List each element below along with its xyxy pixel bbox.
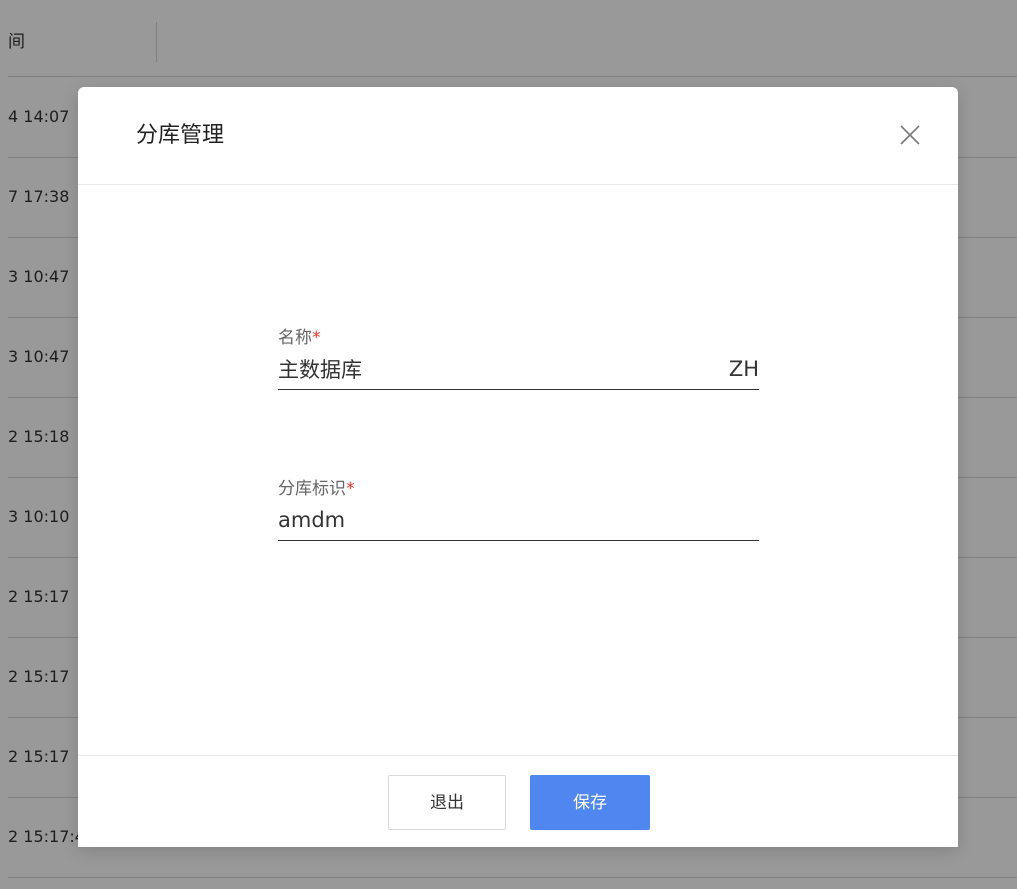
identifier-input-wrapper xyxy=(278,502,759,541)
language-toggle[interactable]: ZH xyxy=(729,351,759,387)
required-marker: * xyxy=(346,479,355,499)
save-button[interactable]: 保存 xyxy=(530,775,650,830)
name-label-text: 名称 xyxy=(278,328,312,348)
close-icon[interactable] xyxy=(898,123,922,147)
identifier-field: 分库标识* xyxy=(278,476,759,541)
identifier-input[interactable] xyxy=(278,502,698,538)
identifier-label-text: 分库标识 xyxy=(278,479,346,499)
dialog-title: 分库管理 xyxy=(136,123,225,148)
name-input-wrapper: ZH xyxy=(278,351,759,390)
identifier-field-label: 分库标识* xyxy=(278,476,759,502)
database-partition-dialog: 分库管理 名称* ZH 分库标识* 退出 保存 xyxy=(78,87,958,847)
exit-button[interactable]: 退出 xyxy=(388,775,506,830)
required-marker: * xyxy=(312,328,321,348)
name-field-label: 名称* xyxy=(278,325,759,351)
name-field: 名称* ZH xyxy=(278,325,759,390)
close-icon-glyph xyxy=(900,125,920,145)
dialog-header: 分库管理 xyxy=(78,87,958,185)
dialog-footer: 退出 保存 xyxy=(78,755,958,848)
name-input[interactable] xyxy=(278,351,698,387)
